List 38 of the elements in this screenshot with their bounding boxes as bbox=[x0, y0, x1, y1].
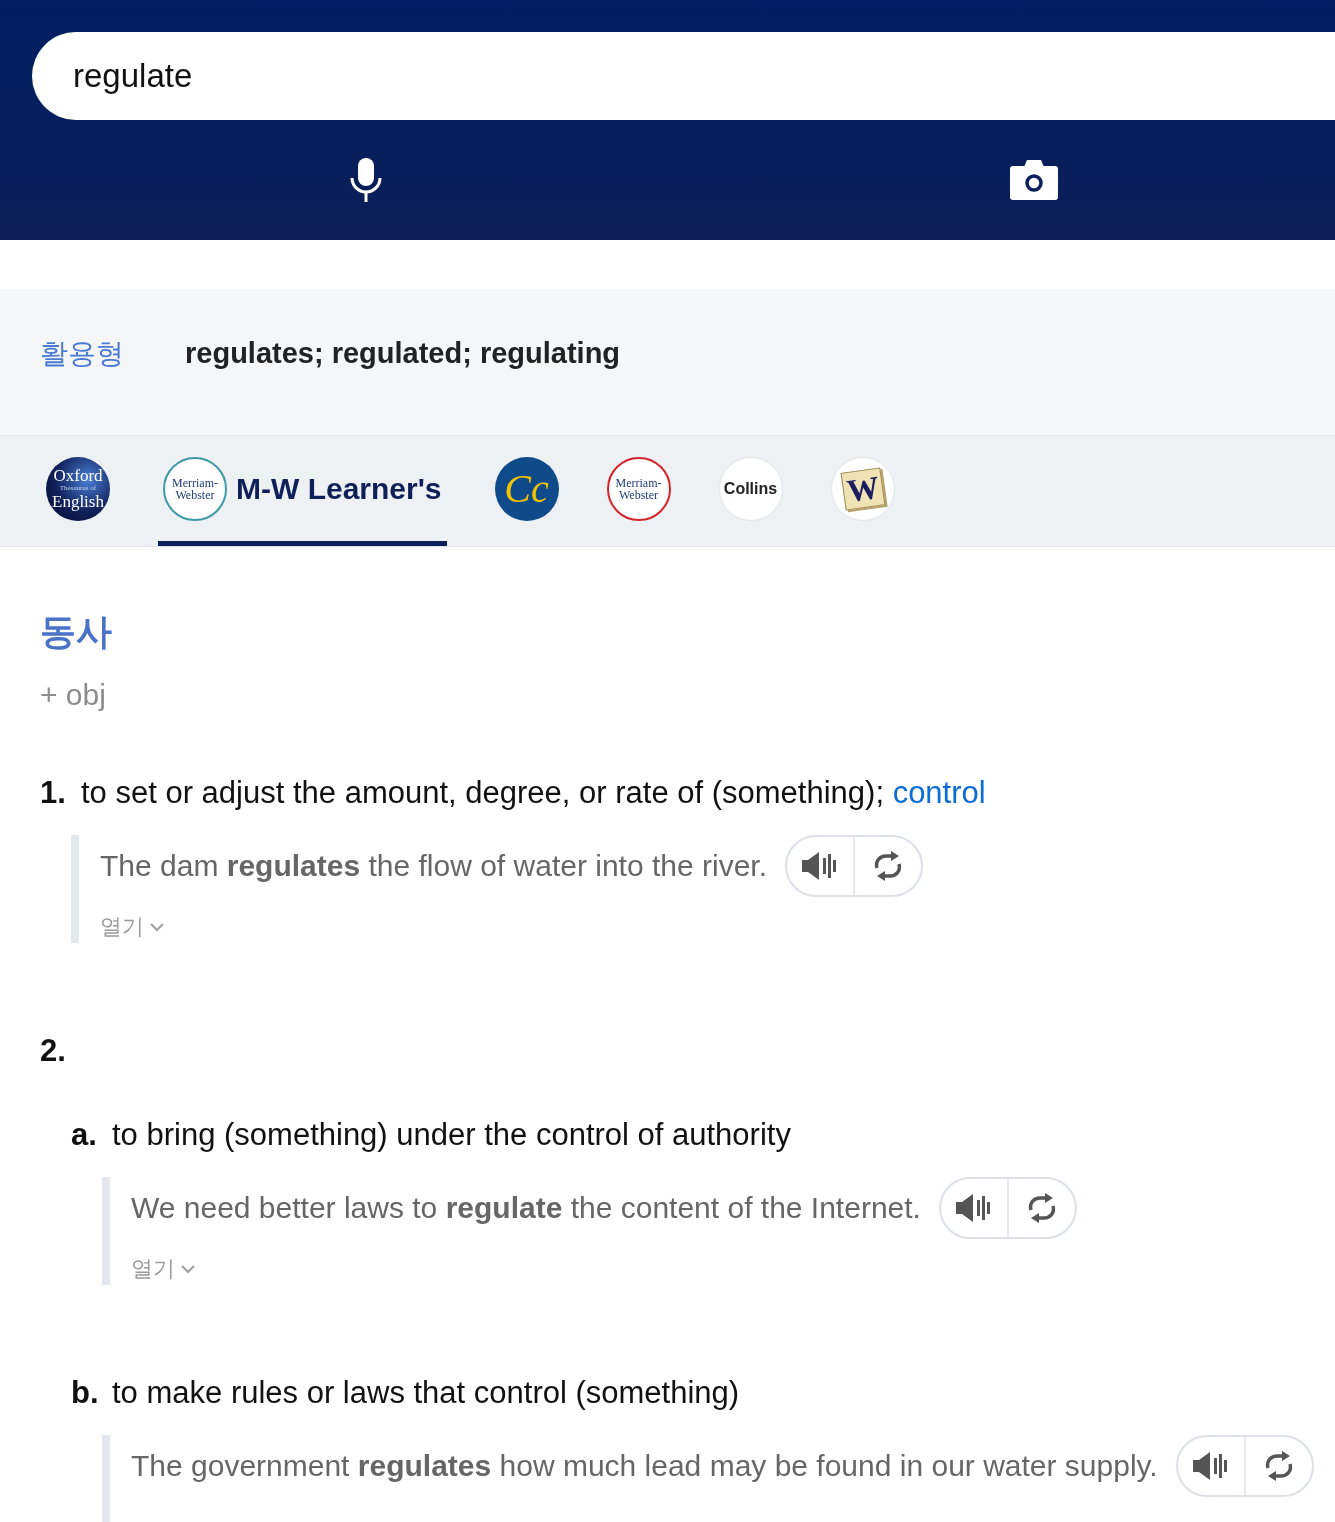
forms-value: regulates; regulated; regulating bbox=[185, 336, 621, 372]
logo-text: Merriam- bbox=[172, 476, 218, 489]
sense-number: a. bbox=[71, 1116, 98, 1154]
forms-label: 활용형 bbox=[40, 337, 125, 371]
microphone-icon[interactable] bbox=[349, 158, 383, 202]
chevron-down-icon bbox=[181, 1264, 195, 1274]
logo-text: English bbox=[52, 493, 104, 510]
dictionary-tab[interactable]: Cc bbox=[494, 436, 559, 546]
logo-text: Oxford bbox=[53, 467, 103, 484]
definition-text: to set or adjust the amount, degree, or rate of (something); control bbox=[81, 774, 986, 812]
speaker-icon[interactable] bbox=[955, 1193, 992, 1223]
logo-text: Collins bbox=[723, 479, 778, 498]
cross-reference-link[interactable]: control bbox=[892, 775, 986, 810]
example-sentence: We need better laws to regulate the content of the Internet. bbox=[131, 1190, 921, 1226]
speaker-icon[interactable] bbox=[802, 851, 838, 881]
logo-text: Webster bbox=[175, 488, 215, 501]
logo-text: Webster bbox=[619, 488, 659, 501]
logo-text: Cc bbox=[504, 468, 549, 509]
logo-text: W bbox=[840, 466, 885, 511]
sense-number: 1. bbox=[40, 774, 67, 812]
speaker-icon[interactable] bbox=[1192, 1451, 1229, 1481]
grammar-label: + obj bbox=[40, 677, 107, 713]
dictionary-tab[interactable]: Collins bbox=[718, 436, 783, 546]
dictionary-tab[interactable]: W bbox=[830, 436, 895, 546]
chevron-down-icon bbox=[150, 922, 164, 932]
example-sentence: The government regulates how much lead may be found in our water supply. bbox=[131, 1448, 1158, 1484]
sense-number: b. bbox=[71, 1374, 100, 1412]
camera-icon[interactable] bbox=[1009, 160, 1058, 200]
part-of-speech: 동사 bbox=[40, 610, 113, 654]
search-field[interactable]: regulate bbox=[32, 32, 1335, 120]
dictionary-tab[interactable]: Merriam- Webster M-W Learner's bbox=[158, 436, 447, 546]
dictionary-tab[interactable]: Merriam- Webster bbox=[606, 436, 671, 546]
sense-number: 2. bbox=[40, 1032, 67, 1070]
repeat-icon[interactable] bbox=[872, 851, 904, 881]
definition-text: to make rules or laws that control (something) bbox=[112, 1374, 740, 1412]
definition-text: to bring (something) under the control of authority bbox=[112, 1116, 791, 1154]
logo-text: Merriam- bbox=[615, 476, 662, 489]
example-sentence: The dam regulates the flow of water into the river. bbox=[100, 848, 767, 884]
